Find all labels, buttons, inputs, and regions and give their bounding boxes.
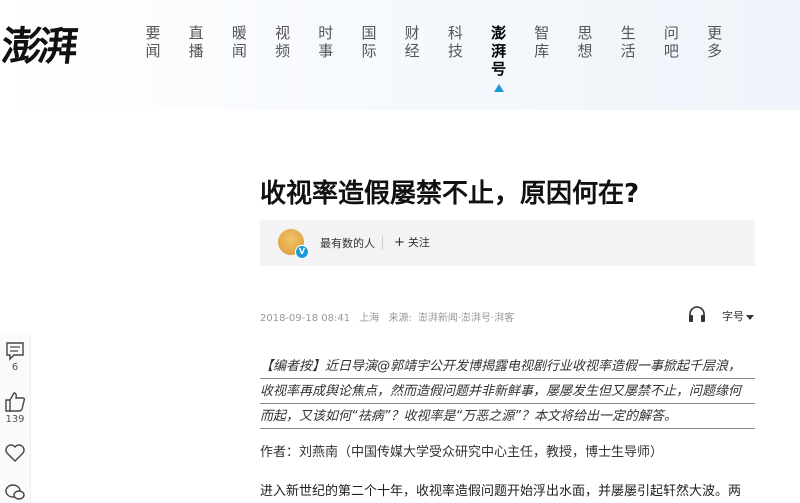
author-byline: 作者：刘燕南（中国传媒大学受众研究中心主任，教授，博士生导师） <box>260 445 664 460</box>
nav-item[interactable]: 科技 <box>440 24 470 60</box>
body-paragraph: 进入新世纪的第二个十年，收视率造假问题开始浮出水面，并屡屡引起轩然大波。两 <box>260 484 742 499</box>
editor-note: 【编者按】近日导演@郭靖宇公开发博揭露电视剧行业收视率造假一事掀起千层浪， 收视… <box>260 355 755 430</box>
comment-icon <box>6 342 24 361</box>
font-size-label: 字号 <box>722 310 744 323</box>
wechat-icon <box>5 484 25 500</box>
nav-item[interactable]: 问吧 <box>656 24 686 60</box>
source-label: 来源: <box>388 313 412 324</box>
follow-button[interactable]: + 关注 <box>394 234 430 250</box>
site-logo[interactable]: 澎湃 <box>0 14 77 74</box>
verified-badge-icon: V <box>295 245 309 259</box>
nav-item[interactable]: 财经 <box>397 24 427 60</box>
nav-item[interactable]: 思想 <box>570 24 600 60</box>
site-header: 澎湃 要闻直播暖闻视频时事国际财经科技澎湃号智库思想生活问吧更多 <box>0 0 800 110</box>
nav-item[interactable]: 暖闻 <box>224 24 254 60</box>
side-toolbar: 6 139 <box>0 333 31 503</box>
editor-note-line: 【编者按】近日导演@郭靖宇公开发博揭露电视剧行业收视率造假一事掀起千层浪， <box>260 355 755 379</box>
nav-item[interactable]: 要闻 <box>138 24 168 60</box>
nav-item[interactable]: 直播 <box>181 24 211 60</box>
author-avatar[interactable]: V <box>278 229 309 259</box>
comment-count: 6 <box>11 362 19 373</box>
author-name[interactable]: 最有数的人 <box>320 235 375 251</box>
nav-item[interactable]: 视频 <box>268 24 298 60</box>
article-meta: 2018-09-18 08:41 上海 来源: 澎湃新闻·澎湃号·湃客 <box>260 309 520 324</box>
comment-button[interactable]: 6 <box>0 341 30 373</box>
article-title: 收视率造假屡禁不止，原因何在? <box>260 179 640 209</box>
caret-down-icon <box>746 314 754 320</box>
font-size-dropdown[interactable]: 字号 <box>722 308 754 324</box>
like-count: 139 <box>5 414 25 425</box>
publish-location: 上海 <box>359 313 380 324</box>
author-divider <box>382 236 383 250</box>
active-nav-indicator <box>494 84 504 92</box>
like-button[interactable]: 139 <box>0 391 30 425</box>
headphone-icon[interactable] <box>687 305 707 323</box>
heart-icon <box>5 444 25 462</box>
wechat-share-button[interactable] <box>0 483 30 501</box>
favorite-button[interactable] <box>0 443 30 463</box>
plus-icon: + <box>394 235 405 250</box>
nav-item[interactable]: 智库 <box>527 24 557 60</box>
nav-item[interactable]: 生活 <box>613 24 643 60</box>
nav-item[interactable]: 更多 <box>700 24 730 60</box>
nav-item[interactable]: 国际 <box>354 24 384 60</box>
publish-datetime: 2018-09-18 08:41 <box>260 313 351 324</box>
editor-note-line: 而起，又该如何“祛病”？收视率是“万恶之源”？本文将给出一定的解答。 <box>260 405 755 429</box>
nav-item[interactable]: 时事 <box>311 24 341 60</box>
author-bar: V 最有数的人 + 关注 <box>260 220 755 266</box>
editor-note-line: 收视率再成舆论焦点，然而造假问题并非新鲜事，屡屡发生但又屡禁不止，问题缘何 <box>260 380 755 404</box>
thumbs-up-icon <box>5 392 26 412</box>
nav-item[interactable]: 澎湃号 <box>484 24 514 78</box>
source-name[interactable]: 澎湃新闻·澎湃号·湃客 <box>418 313 514 324</box>
follow-label: 关注 <box>407 236 430 249</box>
